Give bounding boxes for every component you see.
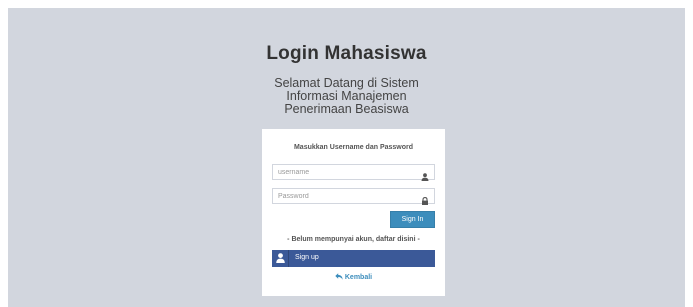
back-link[interactable]: Kembali [262,273,445,281]
sign-in-button[interactable]: Sign In [390,211,435,228]
page-subtitle: Selamat Datang di Sistem Informasi Manaj… [0,77,693,116]
page-title: Login Mahasiswa [266,43,427,64]
lock-icon [421,192,429,205]
reply-icon [335,273,345,281]
user-icon [421,168,429,181]
username-input[interactable] [273,165,413,179]
password-field[interactable] [272,188,435,205]
back-link-label: Kembali [344,274,373,281]
login-box: Masukkan Username dan Password Sign In -… [262,129,445,296]
password-input[interactable] [273,189,413,203]
login-box-message: Masukkan Username dan Password [293,144,414,151]
username-field[interactable] [272,164,435,181]
subtitle-line: Penerimaan Beasiswa [284,102,409,116]
sign-up-button[interactable]: Sign up [272,250,435,267]
user-icon [272,250,289,267]
sign-up-label: Sign up [295,254,319,261]
register-prompt: - Belum mempunyai akun, daftar disini - [287,236,420,243]
